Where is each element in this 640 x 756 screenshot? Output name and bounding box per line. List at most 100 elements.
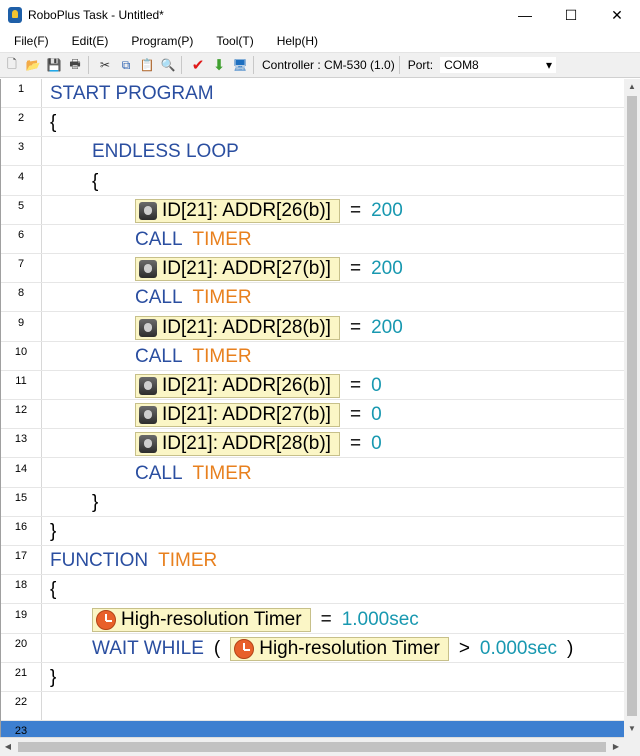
- code-line[interactable]: 1 START PROGRAM: [1, 79, 624, 108]
- line-number: 4: [17, 171, 25, 183]
- device-address-block[interactable]: ID[21]: ADDR[26(b)]: [135, 373, 340, 398]
- window-controls: — ☐ ✕: [502, 0, 640, 30]
- vertical-scrollbar[interactable]: ▲ ▼: [624, 79, 640, 737]
- symbol-token: =: [349, 432, 362, 454]
- code-line[interactable]: 2{: [1, 108, 624, 137]
- menu-edit[interactable]: Edit(E): [58, 34, 118, 48]
- paste-icon[interactable]: 📋: [138, 56, 156, 74]
- new-file-icon[interactable]: 🗋: [3, 56, 21, 74]
- vertical-scroll-thumb[interactable]: [627, 96, 637, 716]
- device-address-block[interactable]: ID[21]: ADDR[28(b)]: [135, 315, 340, 340]
- code-content: {: [92, 167, 98, 196]
- menu-file[interactable]: File(F): [0, 34, 58, 48]
- keyword-token: CALL: [135, 286, 183, 308]
- scroll-down-icon[interactable]: ▼: [624, 721, 640, 737]
- code-line[interactable]: 10 CALL TIMER: [1, 342, 624, 371]
- device-address-block[interactable]: ID[21]: ADDR[27(b)]: [135, 402, 340, 427]
- function-name-token: TIMER: [192, 345, 252, 367]
- timer-block[interactable]: High-resolution Timer: [92, 607, 311, 632]
- code-line[interactable]: 12 ID[21]: ADDR[27(b)] = 0: [1, 400, 624, 429]
- code-line[interactable]: 20 WAIT WHILE (High-resolution Timer >0.000…: [1, 634, 624, 663]
- port-label: Port:: [407, 58, 434, 72]
- symbol-token: {: [50, 111, 57, 133]
- close-button[interactable]: ✕: [594, 0, 640, 30]
- scroll-left-icon[interactable]: ◀: [0, 738, 16, 756]
- code-content: }: [92, 488, 98, 517]
- code-line[interactable]: 17 FUNCTION TIMER: [1, 546, 624, 575]
- code-line[interactable]: 21}: [1, 663, 624, 692]
- symbol-token: >: [458, 637, 470, 659]
- code-line[interactable]: 3 ENDLESS LOOP: [1, 137, 624, 166]
- code-content: {: [50, 575, 56, 604]
- keyword-token: CALL: [135, 345, 183, 367]
- line-number: 1: [17, 83, 25, 95]
- code-content: }: [50, 517, 56, 546]
- code-line[interactable]: 5 ID[21]: ADDR[26(b)] = 200: [1, 196, 624, 225]
- horizontal-scroll-thumb[interactable]: [18, 742, 606, 752]
- toolbar-separator: [88, 56, 89, 74]
- device-address-block[interactable]: ID[21]: ADDR[26(b)]: [135, 198, 340, 223]
- code-line[interactable]: 18 {: [1, 575, 624, 604]
- minimize-button[interactable]: —: [502, 0, 548, 30]
- line-number: 13: [14, 433, 28, 445]
- copy-icon[interactable]: ⧉: [117, 56, 135, 74]
- code-line[interactable]: 22: [1, 692, 624, 721]
- scroll-up-icon[interactable]: ▲: [624, 79, 640, 95]
- servo-device-icon: [139, 434, 157, 453]
- menu-help[interactable]: Help(H): [263, 34, 327, 48]
- clock-icon: [234, 638, 255, 659]
- print-icon[interactable]: 🖶: [66, 56, 84, 74]
- symbol-token: ): [567, 637, 574, 659]
- code-line[interactable]: 7 ID[21]: ADDR[27(b)] = 200: [1, 254, 624, 283]
- line-number: 12: [14, 404, 28, 416]
- code-content: CALL TIMER: [135, 342, 252, 371]
- line-number: 10: [14, 346, 28, 358]
- block-label: ID[21]: ADDR[26(b)]: [162, 199, 331, 221]
- toolbar: 🗋 📂 💾 🖶 ✂ ⧉ 📋 🔍 ✔ ⬇ 🖥 Controller : CM-53…: [0, 52, 640, 78]
- open-folder-icon[interactable]: 📂: [24, 56, 42, 74]
- device-address-block[interactable]: ID[21]: ADDR[27(b)]: [135, 256, 340, 281]
- value-token: 0: [371, 432, 382, 454]
- code-content: FUNCTION TIMER: [50, 546, 217, 575]
- code-editor[interactable]: 1 START PROGRAM 2{3 ENDLESS LOOP 4{5 ID[21]: …: [0, 79, 624, 737]
- timer-block[interactable]: High-resolution Timer: [230, 636, 449, 661]
- download-icon[interactable]: ⬇: [210, 56, 228, 74]
- find-icon[interactable]: 🔍: [159, 56, 177, 74]
- maximize-button[interactable]: ☐: [548, 0, 594, 30]
- code-line[interactable]: 11 ID[21]: ADDR[26(b)] = 0: [1, 371, 624, 400]
- code-content: CALL TIMER: [135, 225, 252, 254]
- symbol-token: {: [92, 170, 99, 192]
- monitor-icon[interactable]: 🖥: [231, 56, 249, 74]
- line-number: 21: [14, 667, 28, 679]
- code-line[interactable]: 14 CALL TIMER: [1, 459, 624, 488]
- symbol-token: =: [349, 403, 362, 425]
- block-label: ID[21]: ADDR[28(b)]: [162, 432, 331, 454]
- device-address-block[interactable]: ID[21]: ADDR[28(b)]: [135, 431, 340, 456]
- code-line[interactable]: 6 CALL TIMER: [1, 225, 624, 254]
- code-line[interactable]: 13 ID[21]: ADDR[28(b)] = 0: [1, 429, 624, 458]
- menu-tool[interactable]: Tool(T): [202, 34, 262, 48]
- code-line[interactable]: 8 CALL TIMER: [1, 283, 624, 312]
- code-content: ID[21]: ADDR[26(b)] = 200: [135, 196, 403, 225]
- scroll-right-icon[interactable]: ▶: [608, 738, 624, 756]
- code-line[interactable]: 15}: [1, 488, 624, 517]
- menu-program[interactable]: Program(P): [117, 34, 202, 48]
- line-number: 2: [17, 112, 25, 124]
- code-content: ID[21]: ADDR[26(b)] = 0: [135, 371, 382, 400]
- cut-icon[interactable]: ✂: [96, 56, 114, 74]
- code-line[interactable]: 23: [1, 721, 624, 737]
- value-token: 200: [371, 257, 403, 279]
- line-number: 11: [15, 375, 27, 387]
- horizontal-scrollbar[interactable]: ◀ ▶: [0, 737, 624, 756]
- code-line[interactable]: 4{: [1, 167, 624, 196]
- code-line[interactable]: 16}: [1, 517, 624, 546]
- symbol-token: =: [349, 199, 362, 221]
- save-icon[interactable]: 💾: [45, 56, 63, 74]
- function-name-token: TIMER: [192, 462, 252, 484]
- port-select[interactable]: COM8 ▾: [439, 56, 558, 74]
- code-line[interactable]: 19 High-resolution Timer = 1.000sec: [1, 605, 624, 634]
- code-line[interactable]: 9 ID[21]: ADDR[28(b)] = 200: [1, 313, 624, 342]
- code-content: }: [50, 663, 56, 692]
- symbol-token: }: [50, 666, 57, 688]
- check-icon[interactable]: ✔: [189, 56, 207, 74]
